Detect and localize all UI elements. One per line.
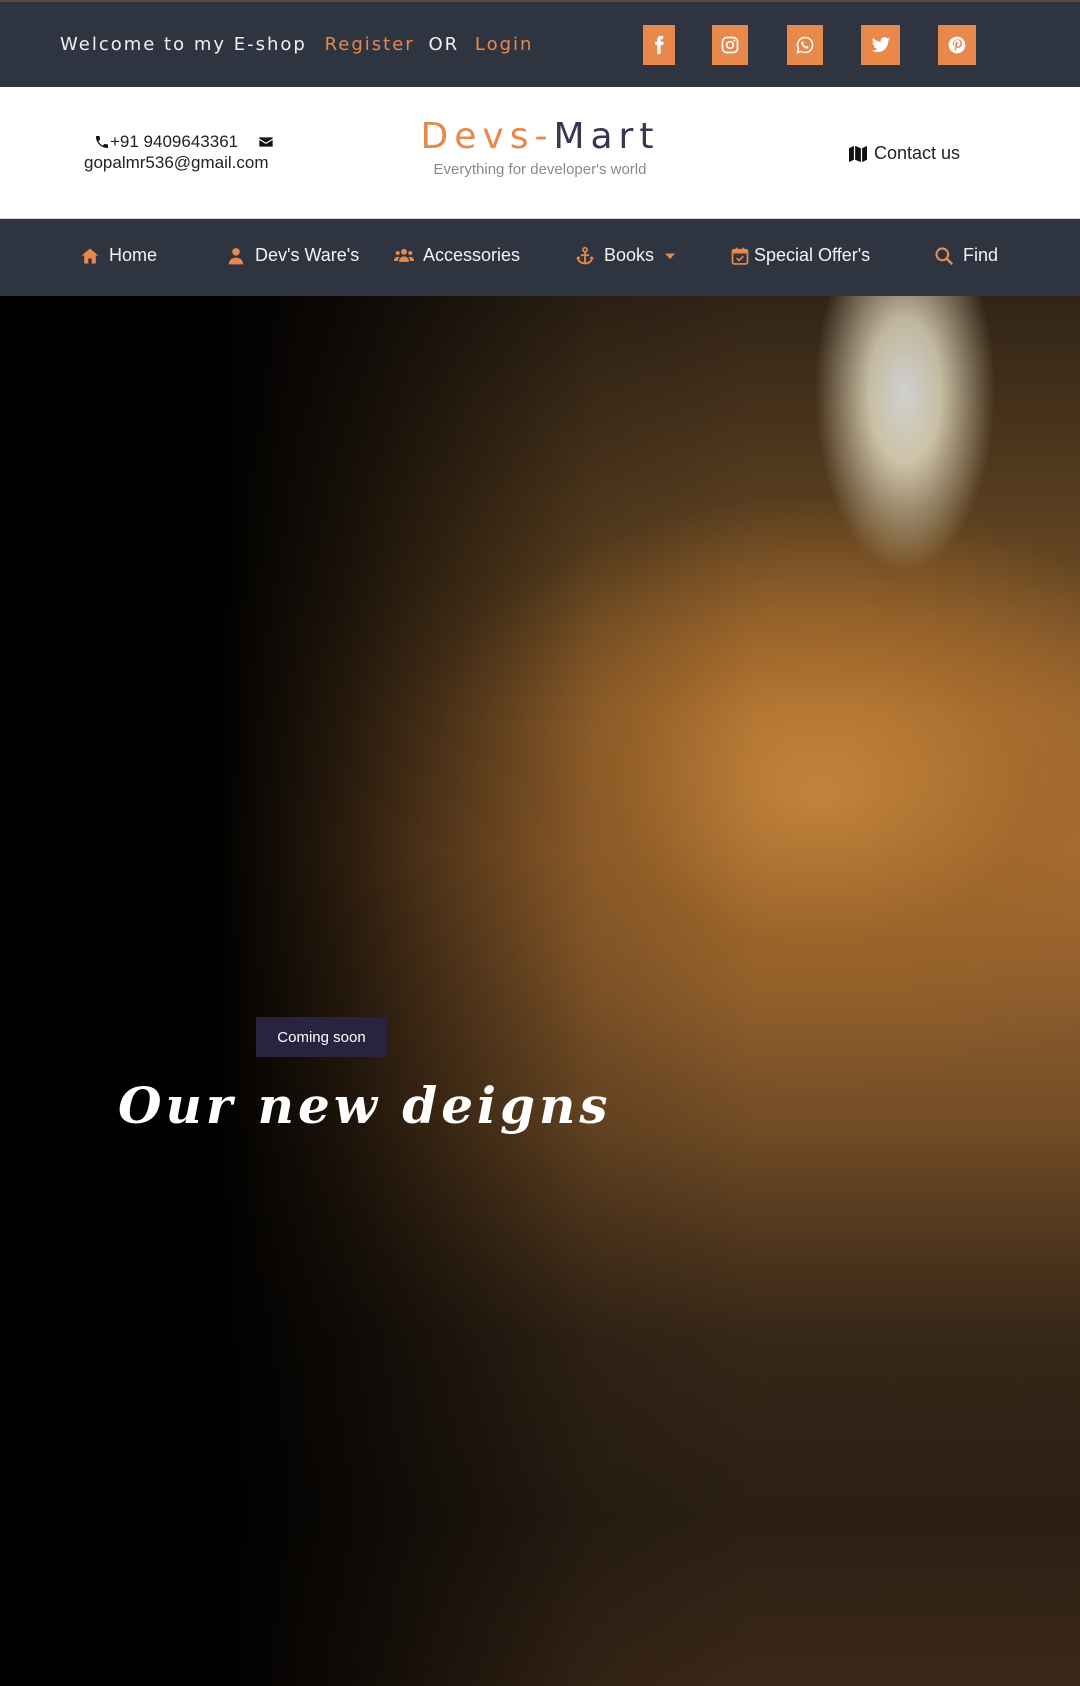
or-text: OR — [428, 34, 460, 55]
login-link[interactable]: Login — [475, 34, 534, 55]
nav-label-accessories: Accessories — [423, 245, 521, 265]
nav-label-find: Find — [963, 245, 999, 265]
search-icon — [934, 246, 963, 266]
nav-item-devs-wares[interactable]: Dev's Ware's — [226, 245, 359, 266]
envelope-icon — [258, 134, 274, 150]
pinterest-icon[interactable] — [938, 25, 976, 65]
twitter-icon[interactable] — [861, 25, 900, 65]
hero-banner: Coming soon Our new deigns — [0, 296, 1080, 1686]
nav-item-special-offers[interactable]: Special Offer's — [730, 245, 870, 266]
hero-title: Our new deigns — [118, 1076, 612, 1135]
nav-item-accessories[interactable]: Accessories — [394, 245, 520, 266]
nav-item-home[interactable]: Home — [80, 245, 157, 266]
contact-us-label: Contact us — [874, 143, 961, 163]
phone-number[interactable]: +91 9409643361 — [110, 131, 238, 152]
main-nav: Home Dev's Ware's Accessories Books Spec… — [0, 219, 1080, 296]
coming-soon-badge: Coming soon — [256, 1017, 387, 1057]
map-icon — [848, 145, 874, 163]
user-icon — [226, 246, 255, 266]
brand-block: Devs-Mart Everything for developer's wor… — [380, 117, 700, 179]
brand-part-devs: Devs- — [420, 116, 554, 157]
nav-item-find[interactable]: Find — [934, 245, 998, 266]
contact-info: +91 9409643361 gopalmr536@gmail.com — [84, 131, 274, 173]
brand-part-mart: Mart — [553, 116, 660, 157]
nav-label-devs-wares: Dev's Ware's — [255, 245, 360, 265]
nav-label-books: Books — [604, 245, 655, 265]
facebook-icon[interactable] — [643, 25, 675, 65]
welcome-text: Welcome to my E-shop — [60, 34, 307, 55]
top-bar: Welcome to my E-shop Register OR Login — [0, 0, 1080, 87]
anchor-icon — [575, 246, 604, 266]
users-icon — [394, 246, 423, 266]
email-address[interactable]: gopalmr536@gmail.com — [84, 152, 274, 173]
nav-item-books[interactable]: Books — [575, 245, 676, 266]
phone-icon — [94, 134, 110, 150]
nav-label-special-offers: Special Offer's — [754, 245, 871, 265]
register-link[interactable]: Register — [325, 34, 415, 55]
contact-us-link[interactable]: Contact us — [848, 143, 960, 164]
instagram-icon[interactable] — [712, 25, 748, 65]
welcome-line: Welcome to my E-shop Register OR Login — [60, 34, 533, 55]
brand-tagline: Everything for developer's world — [433, 161, 647, 178]
home-icon — [80, 246, 109, 266]
nav-label-home: Home — [109, 245, 158, 265]
chevron-down-icon — [654, 250, 676, 262]
site-header: +91 9409643361 gopalmr536@gmail.com Devs… — [0, 87, 1080, 219]
brand-logo[interactable]: Devs-Mart — [380, 117, 700, 157]
calendar-check-icon — [730, 246, 754, 266]
hero-background-image — [0, 296, 1080, 1686]
whatsapp-icon[interactable] — [787, 25, 823, 65]
